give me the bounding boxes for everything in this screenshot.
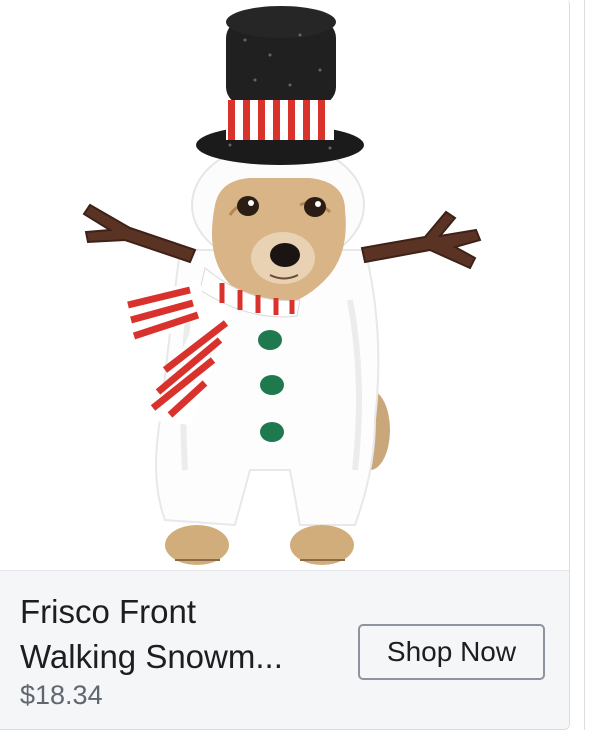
product-image[interactable]: [0, 0, 569, 570]
product-info: Frisco Front Walking Snowm... $18.34 Sho…: [0, 570, 569, 729]
snowman-dog-illustration: [82, 6, 482, 565]
product-title-line2: Walking Snowm...: [20, 638, 283, 675]
product-price: $18.34: [20, 680, 103, 710]
ad-carousel: Frisco Front Walking Snowm... $18.34 Sho…: [0, 0, 592, 736]
product-card[interactable]: Frisco Front Walking Snowm... $18.34 Sho…: [0, 0, 570, 730]
product-title[interactable]: Frisco Front Walking Snowm...: [20, 589, 350, 679]
left-arm-branch: [82, 203, 197, 264]
right-arm-branch: [360, 210, 482, 270]
shop-now-button[interactable]: Shop Now: [358, 624, 545, 680]
next-product-card-edge[interactable]: [584, 0, 592, 730]
product-title-line1: Frisco Front: [20, 593, 197, 630]
